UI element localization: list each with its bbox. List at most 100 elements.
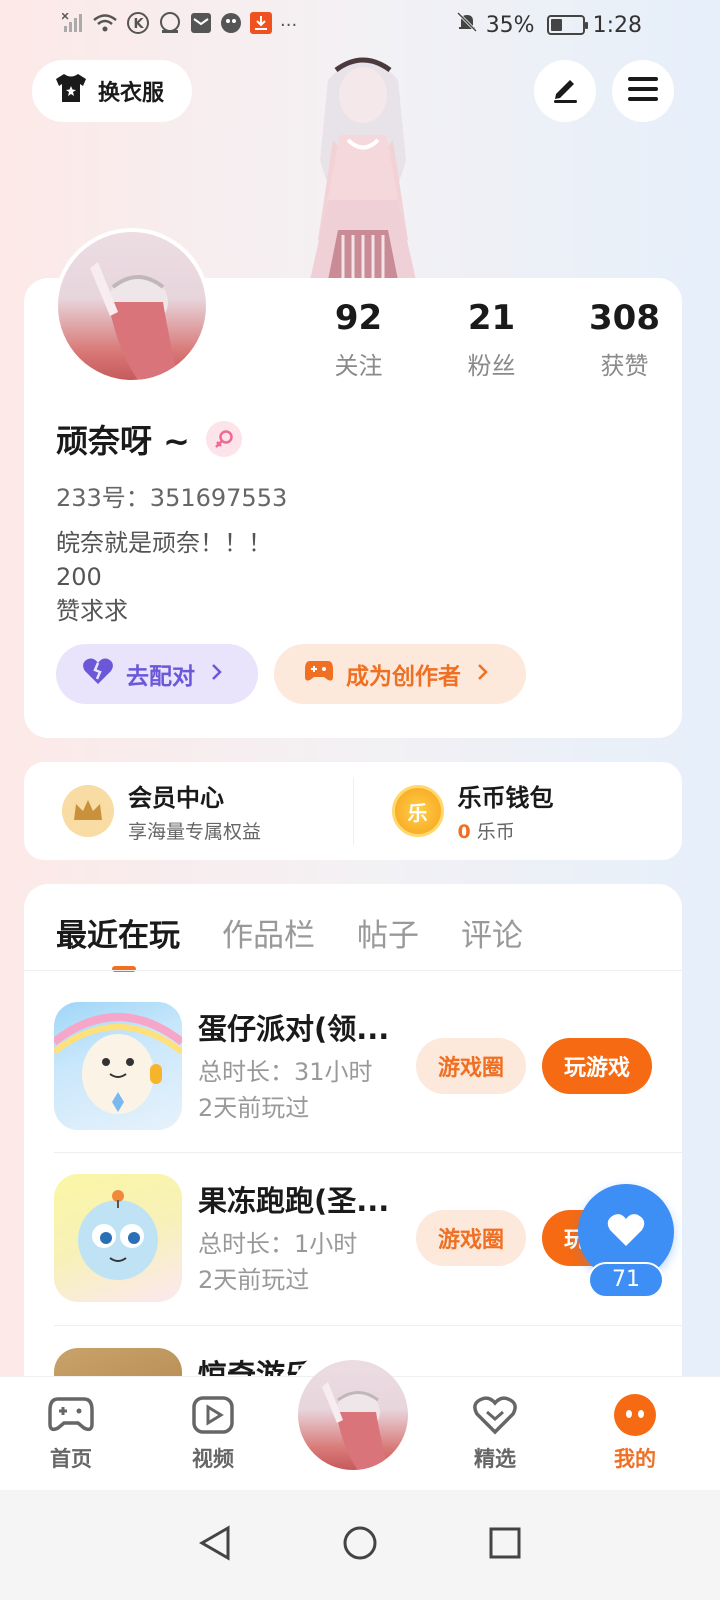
game-title: 蛋仔派对(领...	[198, 1012, 390, 1046]
game-duration: 总时长：1小时	[198, 1230, 358, 1258]
coin-wallet[interactable]: 乐 乐币钱包 0 乐币	[354, 778, 683, 844]
game-meta: 总时长：1小时 2天前玩过	[198, 1226, 357, 1298]
hamburger-icon	[628, 76, 658, 106]
avatar-3d-figure[interactable]	[288, 40, 438, 280]
battery-percent: 35%	[485, 12, 535, 38]
crown-icon	[62, 785, 114, 837]
like-count-badge: 71	[588, 1262, 664, 1298]
nav-mine-label: 我的	[614, 1447, 656, 1471]
chevron-right-icon	[211, 661, 223, 687]
tab-comments[interactable]: 评论	[461, 910, 523, 955]
female-gender-icon	[205, 421, 242, 457]
back-triangle-icon[interactable]	[198, 1525, 232, 1565]
game-row[interactable]: 果冻跑跑(圣... 总时长：1小时 2天前玩过 游戏圈 玩游戏	[54, 1174, 654, 1302]
status-icons-left: K ···	[61, 11, 298, 40]
game-icon	[54, 1002, 182, 1130]
divider	[24, 970, 682, 971]
go-pair-button[interactable]: 去配对	[56, 644, 258, 704]
game-title: 果冻跑跑(圣...	[198, 1184, 390, 1218]
heart-icon	[606, 1212, 646, 1252]
divider	[54, 1325, 682, 1326]
nav-home[interactable]: 首页	[21, 1393, 121, 1473]
home-circle-icon[interactable]	[342, 1525, 378, 1565]
gamepad-icon	[304, 659, 334, 689]
nav-video-label: 视频	[192, 1447, 234, 1471]
following-count: 92	[334, 298, 383, 338]
battery-icon	[546, 15, 588, 35]
user-id: 233号：351697553	[56, 484, 288, 512]
smiley-face-icon	[585, 1393, 685, 1437]
divider	[54, 1152, 682, 1153]
heart-outline-icon	[445, 1393, 545, 1437]
game-last-played: 2天前玩过	[198, 1094, 310, 1122]
bio-line: 赞求求	[56, 597, 128, 625]
recent-games-card: 最近在玩 作品栏 帖子 评论 蛋仔派对(领... 总时长：31小时 2天前玩过 …	[24, 884, 682, 1404]
nav-center-avatar[interactable]	[298, 1360, 408, 1470]
recents-square-icon[interactable]	[488, 1526, 522, 1564]
vip-center[interactable]: 会员中心 享海量专属权益	[24, 778, 353, 844]
play-game-button[interactable]: 玩游戏	[542, 1038, 652, 1094]
more-notifications-icon: ···	[280, 14, 298, 36]
nav-featured-label: 精选	[474, 1447, 516, 1471]
tab-recently-played[interactable]: 最近在玩	[56, 910, 180, 972]
mail-app-icon	[190, 12, 212, 39]
profile-avatar[interactable]	[54, 228, 210, 384]
game-meta: 总时长：31小时 2天前玩过	[198, 1054, 373, 1126]
nav-home-label: 首页	[50, 1447, 92, 1471]
gamepad-icon	[21, 1393, 121, 1437]
game-duration: 总时长：31小时	[198, 1058, 373, 1086]
system-nav-bar	[0, 1490, 720, 1600]
tab-posts[interactable]: 帖子	[357, 910, 419, 955]
wallet-card: 会员中心 享海量专属权益 乐 乐币钱包 0 乐币	[24, 762, 682, 860]
status-icons-right: 35% 1:28	[456, 11, 642, 39]
app-notification-icon	[158, 11, 182, 40]
edit-profile-button[interactable]	[534, 60, 596, 122]
stat-likes[interactable]: 308 获赞	[558, 298, 691, 381]
username: 顽奈呀 ~	[56, 422, 190, 460]
followers-label: 粉丝	[467, 352, 516, 380]
nav-video[interactable]: 视频	[163, 1393, 263, 1473]
coin-unit: 乐币	[476, 821, 515, 843]
game-circle-button[interactable]: 游戏圈	[416, 1038, 526, 1094]
bio-line: 200	[56, 563, 102, 591]
nav-featured[interactable]: 精选	[445, 1393, 545, 1473]
game-last-played: 2天前玩过	[198, 1266, 310, 1294]
change-outfit-button[interactable]: 换衣服	[32, 60, 192, 122]
clock: 1:28	[592, 12, 642, 38]
bio-line: 皖奈就是顽奈！！！	[56, 529, 272, 557]
likes-count: 308	[589, 298, 660, 338]
signal-off-icon	[61, 11, 84, 38]
wifi-icon	[92, 13, 118, 38]
profile-tabs: 最近在玩 作品栏 帖子 评论	[56, 910, 523, 972]
vip-center-title: 会员中心	[128, 784, 224, 812]
go-pair-label: 去配对	[126, 664, 195, 690]
name-row: 顽奈呀 ~	[56, 416, 242, 462]
menu-button[interactable]	[612, 60, 674, 122]
k-app-icon: K	[126, 11, 150, 40]
play-video-icon	[163, 1393, 263, 1437]
coin-wallet-title: 乐币钱包	[457, 784, 554, 812]
bio: 皖奈就是顽奈！！！ 200 赞求求	[56, 526, 272, 628]
game-circle-button[interactable]: 游戏圈	[416, 1210, 526, 1266]
following-label: 关注	[334, 352, 383, 380]
avatar-image	[58, 232, 206, 380]
vip-center-subtitle: 享海量专属权益	[128, 821, 262, 843]
tab-works[interactable]: 作品栏	[222, 910, 315, 955]
followers-count: 21	[467, 298, 516, 338]
mute-bell-icon	[456, 11, 478, 39]
become-creator-button[interactable]: 成为创作者	[274, 644, 526, 704]
profile-stats: 92 关注 21 粉丝 308 获赞	[292, 298, 691, 381]
stat-following[interactable]: 92 关注	[292, 298, 425, 381]
coin-count: 0	[457, 821, 471, 843]
likes-label: 获赞	[600, 352, 649, 380]
coin-balance: 0 乐币	[458, 817, 554, 844]
stat-followers[interactable]: 21 粉丝	[425, 298, 558, 381]
broken-heart-icon	[82, 657, 114, 691]
game-row[interactable]: 蛋仔派对(领... 总时长：31小时 2天前玩过 游戏圈 玩游戏	[54, 1002, 654, 1130]
nav-mine[interactable]: 我的	[585, 1393, 685, 1473]
change-outfit-label: 换衣服	[98, 81, 165, 106]
become-creator-label: 成为创作者	[346, 664, 461, 690]
pen-icon	[550, 74, 580, 108]
bird-app-icon	[220, 12, 242, 39]
le-coin-icon: 乐	[391, 785, 444, 837]
